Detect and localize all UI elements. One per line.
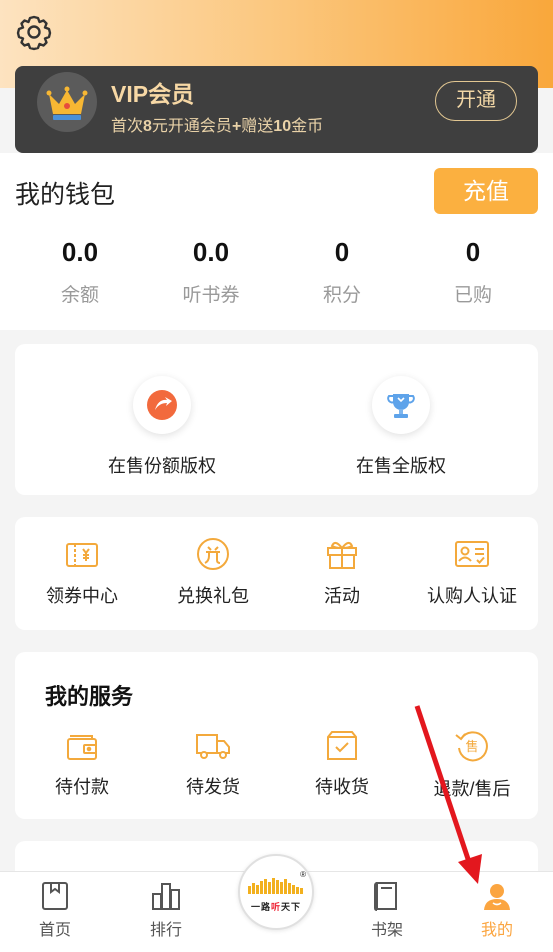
share-copyright-label: 在售份额版权	[108, 456, 216, 476]
profile-icon	[484, 884, 510, 910]
activity-label: 活动	[324, 586, 360, 606]
tab-label: 我的	[480, 922, 513, 939]
services-title: 我的服务	[45, 684, 134, 709]
share-copyright-icon	[133, 376, 191, 434]
quick-actions-card: 领券中心 兑换礼包 活动 认购人认证	[15, 517, 538, 630]
truck-icon	[196, 734, 230, 759]
refund-aftersale-item[interactable]: 售 退款/售后	[407, 727, 537, 801]
trophy-icon	[372, 376, 430, 434]
exchange-gift-label: 兑换礼包	[177, 586, 249, 606]
settings-gear-icon[interactable]	[14, 12, 54, 52]
pending-payment-label: 待付款	[55, 777, 109, 797]
buyer-verification-item[interactable]: 认购人认证	[407, 536, 537, 608]
pending-receipt-label: 待收货	[315, 777, 369, 797]
buyer-verification-label: 认购人认证	[427, 586, 517, 606]
exchange-icon	[197, 538, 229, 570]
tab-ranking[interactable]: 排行	[126, 880, 206, 940]
vip-title: VIP会员	[111, 81, 195, 107]
refund-icon: 售	[455, 731, 488, 762]
tab-profile[interactable]: 我的	[457, 880, 537, 940]
coupon-center-item[interactable]: 领券中心	[17, 536, 147, 608]
vip-membership-card[interactable]: VIP会员 首次8元开通会员+赠送10金币 开通	[15, 66, 538, 153]
stat-label: 听书券	[182, 285, 240, 306]
stat-value: 0.0	[61, 237, 99, 267]
pending-receipt-item[interactable]: 待收货	[277, 727, 407, 799]
pending-payment-item[interactable]: 待付款	[17, 727, 147, 799]
home-icon	[42, 882, 68, 910]
bookshelf-icon	[374, 882, 397, 911]
stat-value: 0.0	[192, 237, 230, 267]
full-copyright-label: 在售全版权	[356, 456, 446, 476]
svg-text:售: 售	[465, 739, 478, 755]
tab-label: 首页	[38, 922, 71, 939]
stat-label: 余额	[60, 285, 99, 306]
tab-home[interactable]: 首页	[15, 880, 95, 940]
pending-shipment-item[interactable]: 待发货	[148, 727, 278, 799]
package-icon	[327, 731, 357, 760]
coupon-icon	[66, 543, 98, 567]
wallet-icon	[67, 735, 97, 760]
my-services-card: 我的服务 待付款 待发货 待收货 售 退款/售后	[15, 652, 538, 819]
wallet-title: 我的钱包	[15, 181, 116, 209]
crown-icon	[49, 90, 85, 114]
open-vip-button[interactable]: 开通	[435, 81, 517, 121]
logo-text: 一路听天下	[250, 902, 302, 912]
tab-bookshelf[interactable]: 书架	[347, 880, 427, 940]
stat-balance[interactable]: 0.0 余额	[15, 234, 145, 307]
center-app-logo-button[interactable]: ® 一路听天下	[238, 854, 314, 930]
stat-value: 0	[334, 237, 350, 267]
ranking-icon	[152, 883, 180, 910]
vip-subtitle: 首次8元开通会员+赠送10金币	[111, 118, 324, 135]
tab-label: 书架	[370, 922, 403, 939]
registered-mark: ®	[300, 870, 306, 879]
refund-aftersale-label: 退款/售后	[433, 779, 511, 799]
activity-item[interactable]: 活动	[277, 536, 407, 608]
stat-label: 积分	[322, 285, 361, 306]
stat-value: 0	[465, 237, 481, 267]
recharge-button[interactable]: 充值	[434, 168, 538, 214]
coupon-center-label: 领券中心	[46, 586, 118, 606]
exchange-gift-item[interactable]: 兑换礼包	[148, 536, 278, 608]
stat-points[interactable]: 0 积分	[277, 234, 407, 307]
stat-purchased[interactable]: 0 已购	[408, 234, 538, 307]
pending-shipment-label: 待发货	[186, 777, 240, 797]
vip-crown-avatar	[37, 72, 97, 132]
copyright-card: 在售份额版权 在售全版权	[15, 344, 538, 495]
tab-label: 排行	[149, 922, 182, 939]
gift-icon	[327, 542, 357, 569]
stat-label: 已购	[453, 285, 492, 306]
id-card-icon	[455, 541, 489, 567]
stat-vouchers[interactable]: 0.0 听书券	[146, 234, 276, 307]
